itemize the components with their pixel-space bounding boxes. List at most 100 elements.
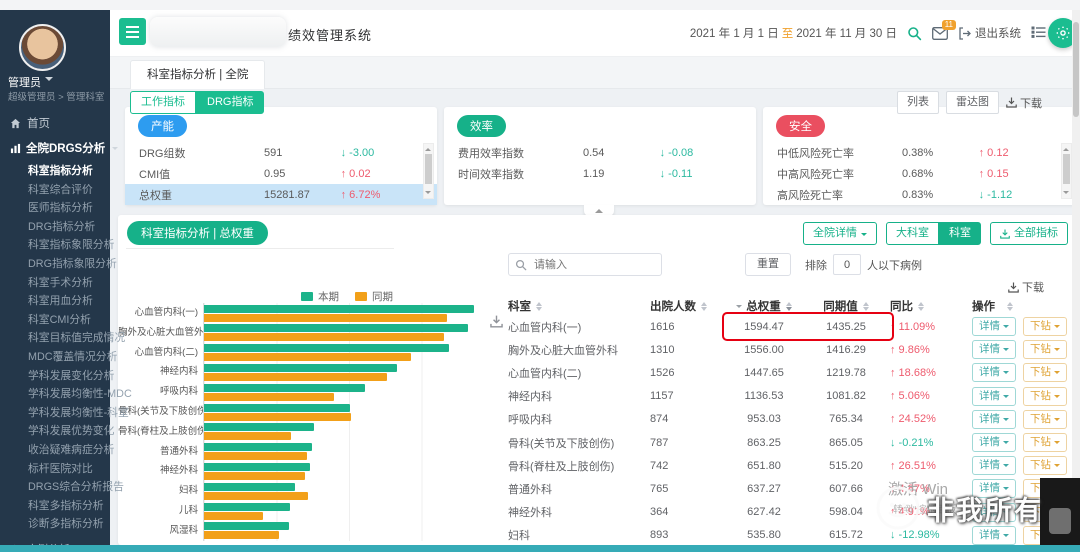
sidebar-group-drgs[interactable]: 全院DRGS分析 <box>10 140 118 156</box>
sidebar-item-2[interactable]: 医师指标分析 <box>0 199 110 218</box>
sidebar-item-10[interactable]: MDC覆盖情况分析 <box>0 348 110 367</box>
sidebar-item-5[interactable]: DRG指标象限分析 <box>0 255 110 274</box>
work-indicator-button[interactable]: 工作指标 <box>130 91 196 114</box>
sidebar-item-3[interactable]: DRG指标分析 <box>0 218 110 237</box>
chart-bar-同期[interactable] <box>204 492 308 500</box>
drill-button[interactable]: 下钻 <box>1023 363 1067 382</box>
metric-row[interactable]: 中低风险死亡率0.38%↑ 0.12 <box>763 142 1075 163</box>
download-button[interactable]: 下载 <box>1006 95 1042 111</box>
chart-bar-本期[interactable] <box>204 344 449 352</box>
sidebar-item-14[interactable]: 学科发展优势变化 <box>0 422 110 441</box>
chart-bar-本期[interactable] <box>204 463 310 471</box>
table-search[interactable] <box>508 253 662 276</box>
drg-indicator-button[interactable]: DRG指标 <box>196 91 264 114</box>
metric-row[interactable]: 总权重15281.87↑ 6.72% <box>125 184 437 205</box>
detail-button[interactable]: 详情 <box>972 410 1016 429</box>
sort-icon[interactable] <box>1007 299 1013 314</box>
chart-bar-同期[interactable] <box>204 413 351 421</box>
chart-bar-同期[interactable] <box>204 353 411 361</box>
table-download-button[interactable]: 下载 <box>1008 279 1044 295</box>
column-header-2[interactable]: 总权重 <box>722 298 806 314</box>
metric-row[interactable]: 中高风险死亡率0.68%↑ 0.15 <box>763 163 1075 184</box>
list-view-button[interactable]: 列表 <box>897 91 939 114</box>
avatar[interactable] <box>19 24 66 71</box>
detail-button[interactable]: 详情 <box>972 433 1016 452</box>
column-header-1[interactable]: 出院人数 <box>638 298 722 314</box>
column-header-3[interactable]: 同期值 <box>806 298 886 314</box>
panel-scrollbar[interactable] <box>423 143 434 199</box>
hospital-detail-button[interactable]: 全院详情 <box>803 222 877 245</box>
sidebar-item-0[interactable]: 科室指标分析 <box>0 162 110 181</box>
column-header-4[interactable]: 同比 <box>886 298 972 314</box>
date-range[interactable]: 2021 年 1 月 1 日至2021 年 11 月 30 日 <box>690 25 897 41</box>
mail-icon[interactable]: 11 <box>932 27 948 40</box>
chart-bar-本期[interactable] <box>204 364 397 372</box>
metric-row[interactable]: 时间效率指数1.19↓ -0.11 <box>444 163 756 184</box>
sidebar-item-8[interactable]: 科室CMI分析 <box>0 311 110 330</box>
sidebar-item-4[interactable]: 科室指标象限分析 <box>0 236 110 255</box>
sort-icon[interactable] <box>536 299 542 314</box>
dept-button[interactable]: 科室 <box>939 222 981 245</box>
table-row-0[interactable]: 心血管内科(一)16161594.471435.25↑ 11.09%详情下钻 <box>500 315 1070 338</box>
legend-item-本期[interactable]: 本期 <box>301 289 339 304</box>
chart-bar-同期[interactable] <box>204 531 279 539</box>
exclude-count-input[interactable] <box>833 254 861 275</box>
chart-bar-本期[interactable] <box>204 423 314 431</box>
chart-bar-本期[interactable] <box>204 384 365 392</box>
sidebar-item-home[interactable]: 首页 <box>10 115 50 131</box>
legend-item-同期[interactable]: 同期 <box>355 289 393 304</box>
drill-button[interactable]: 下钻 <box>1023 433 1067 452</box>
table-row-3[interactable]: 神经内科11571136.531081.82↑ 5.06%详情下钻 <box>500 385 1070 408</box>
table-row-2[interactable]: 心血管内科(二)15261447.651219.78↑ 18.68%详情下钻 <box>500 361 1070 384</box>
sidebar-item-18[interactable]: 科室多指标分析 <box>0 497 110 516</box>
tab-dept-analysis[interactable]: 科室指标分析 | 全院 <box>130 60 265 89</box>
sort-icon[interactable] <box>863 299 869 314</box>
chart-bar-同期[interactable] <box>204 432 291 440</box>
sidebar-item-12[interactable]: 学科发展均衡性-MDC <box>0 385 110 404</box>
sidebar-item-11[interactable]: 学科发展变化分析 <box>0 367 110 386</box>
table-row-4[interactable]: 呼吸内科874953.03765.34↑ 24.52%详情下钻 <box>500 408 1070 431</box>
sidebar-item-19[interactable]: 诊断多指标分析 <box>0 515 110 534</box>
chart-bar-本期[interactable] <box>204 305 474 313</box>
chart-bar-本期[interactable] <box>204 503 290 511</box>
detail-button[interactable]: 详情 <box>972 387 1016 406</box>
chart-bar-同期[interactable] <box>204 314 447 322</box>
all-indicators-button[interactable]: 全部指标 <box>990 222 1068 245</box>
chart-bar-同期[interactable] <box>204 452 307 460</box>
sort-icon[interactable] <box>701 299 707 314</box>
detail-button[interactable]: 详情 <box>972 456 1016 475</box>
section-title-pill[interactable]: 科室指标分析 | 总权重 <box>127 221 268 245</box>
sidebar-item-7[interactable]: 科室用血分析 <box>0 292 110 311</box>
detail-button[interactable]: 详情 <box>972 317 1016 336</box>
panel-scrollbar[interactable] <box>1061 143 1072 199</box>
sidebar-item-13[interactable]: 学科发展均衡性-科室 <box>0 404 110 423</box>
drill-button[interactable]: 下钻 <box>1023 387 1067 406</box>
radar-view-button[interactable]: 雷达图 <box>946 91 999 114</box>
column-header-0[interactable]: 科室 <box>500 298 638 314</box>
table-row-5[interactable]: 骨科(关节及下肢创伤)787863.25865.05↓ -0.21%详情下钻 <box>500 431 1070 454</box>
chart-bar-本期[interactable] <box>204 522 289 530</box>
sidebar-item-15[interactable]: 收治疑难病症分析 <box>0 441 110 460</box>
search-input[interactable] <box>532 258 636 272</box>
chart-bar-同期[interactable] <box>204 393 334 401</box>
user-name[interactable]: 管理员 <box>8 74 53 90</box>
sidebar-item-6[interactable]: 科室手术分析 <box>0 274 110 293</box>
sidebar-item-1[interactable]: 科室综合评价 <box>0 181 110 200</box>
drill-button[interactable]: 下钻 <box>1023 340 1067 359</box>
sidebar-item-9[interactable]: 科室目标值完成情况 <box>0 329 110 348</box>
drill-button[interactable]: 下钻 <box>1023 317 1067 336</box>
metric-row[interactable]: CMI值0.95↑ 0.02 <box>125 163 437 184</box>
metric-row[interactable]: DRG组数591↓ -3.00 <box>125 142 437 163</box>
logout-button[interactable]: 退出系统 <box>958 25 1021 41</box>
sort-icon[interactable] <box>786 299 792 314</box>
chart-bar-同期[interactable] <box>204 333 444 341</box>
chart-bar-本期[interactable] <box>204 404 350 412</box>
metric-row[interactable]: 高风险死亡率0.83%↓ -1.12 <box>763 184 1075 205</box>
list-menu-icon[interactable] <box>1031 26 1046 41</box>
metric-row[interactable]: 费用效率指数0.54↓ -0.08 <box>444 142 756 163</box>
chart-bar-本期[interactable] <box>204 324 468 332</box>
big-dept-button[interactable]: 大科室 <box>886 222 939 245</box>
chart-bar-本期[interactable] <box>204 483 295 491</box>
search-icon[interactable] <box>907 26 922 41</box>
detail-button[interactable]: 详情 <box>972 340 1016 359</box>
